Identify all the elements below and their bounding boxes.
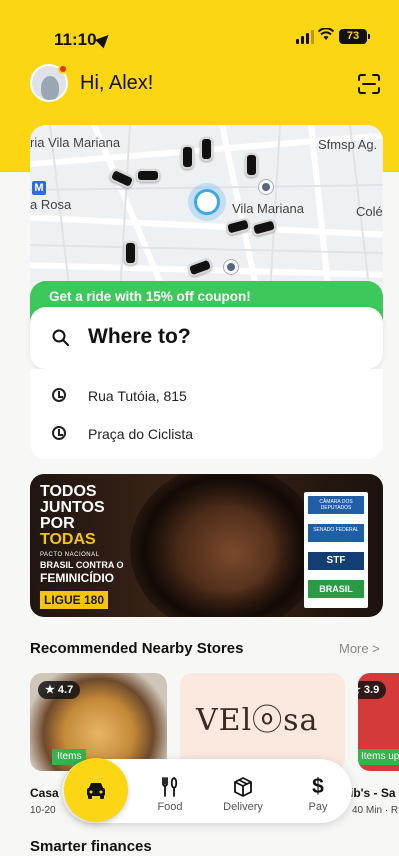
- promo-line: TODAS: [40, 531, 96, 548]
- nav-ride-button[interactable]: [64, 758, 128, 822]
- store-card[interactable]: VElⓞsa: [180, 673, 345, 771]
- search-icon: [52, 329, 69, 346]
- store-logo: VElⓞsa: [196, 703, 319, 738]
- battery-tip: [368, 34, 370, 39]
- recent-destination-label: Rua Tutóia, 815: [88, 388, 187, 404]
- clock-icon: [52, 426, 66, 440]
- nav-food-label: Food: [157, 801, 183, 813]
- promo-feminicidio: FEMINICÍDIO: [40, 571, 114, 585]
- battery-icon: 73: [339, 29, 367, 44]
- metro-icon: M: [32, 181, 46, 195]
- promo-photo-shade: [130, 474, 320, 617]
- map-label: a Rosa: [30, 197, 72, 212]
- where-to-search[interactable]: Where to?: [30, 307, 383, 369]
- nav-pay[interactable]: $ Pay: [288, 775, 348, 813]
- promo-small: PACTO NACIONAL: [40, 552, 100, 558]
- more-link[interactable]: More >: [339, 641, 380, 656]
- promo-text: TODOS JUNTOS POR TODAS PACTO NACIONAL BR…: [40, 484, 140, 609]
- promo-institutions: CÂMARA DOS DEPUTADOS SENADO FEDERAL STF …: [304, 492, 368, 608]
- nav-food[interactable]: Food: [140, 777, 200, 813]
- notification-dot: [58, 64, 68, 74]
- car-icon: [200, 137, 213, 161]
- promo-line: TODOS: [40, 483, 97, 500]
- car-icon: [136, 169, 160, 182]
- store-name: ib's - Sa: [350, 786, 396, 800]
- promo-line: JUNTOS: [40, 499, 105, 516]
- promo-banner[interactable]: TODOS JUNTOS POR TODAS PACTO NACIONAL BR…: [30, 474, 383, 617]
- dollar-icon: $: [312, 775, 324, 798]
- recent-destinations: Rua Tutóia, 815 Praça do Ciclista: [30, 369, 383, 459]
- user-location-icon: [194, 189, 220, 215]
- map-pin-icon: [259, 180, 273, 194]
- scan-icon[interactable]: [358, 74, 380, 94]
- status-time: 11:10: [54, 30, 97, 49]
- clock-icon: [52, 388, 66, 402]
- store-name: Casa: [30, 786, 59, 800]
- institution-logo: CÂMARA DOS DEPUTADOS: [308, 496, 364, 514]
- wifi-icon: [317, 27, 335, 45]
- location-arrow-icon: [95, 30, 113, 49]
- map-label: Vila Mariana: [232, 201, 305, 216]
- nav-delivery[interactable]: Delivery: [213, 777, 273, 813]
- promo-ligue: LIGUE 180: [40, 591, 109, 609]
- institution-logo: BRASIL: [308, 580, 364, 598]
- institution-logo: STF: [308, 552, 364, 570]
- map[interactable]: ria Vila Mariana Sfmsp Ag. M a Rosa Vila…: [30, 125, 383, 295]
- store-info: 40 Min · R: [352, 805, 399, 816]
- institution-logo: SENADO FEDERAL: [308, 524, 364, 542]
- map-label: ria Vila Mariana: [30, 135, 121, 150]
- section-title: Recommended Nearby Stores: [30, 640, 244, 657]
- nav-pay-label: Pay: [308, 801, 328, 813]
- map-label: Colé: [356, 204, 383, 219]
- signal-icon: [296, 30, 314, 44]
- items-tag: Items up: [358, 749, 399, 765]
- nav-delivery-label: Delivery: [223, 801, 263, 813]
- promo-mid: BRASIL CONTRA O: [40, 560, 124, 570]
- promo-line: POR: [40, 515, 75, 532]
- store-card[interactable]: ★ 4.7 Items: [30, 673, 167, 771]
- recent-destination-item[interactable]: Praça do Ciclista: [30, 415, 383, 453]
- rating-badge: ★ 4.7: [38, 681, 81, 699]
- greeting: Hi, Alex!: [80, 72, 154, 94]
- car-icon: [87, 783, 105, 799]
- section-title: Smarter finances: [30, 838, 152, 855]
- recent-destination-item[interactable]: Rua Tutóia, 815: [30, 377, 383, 415]
- map-label: Sfmsp Ag.: [318, 137, 378, 152]
- rating-badge: ★ 3.9: [358, 681, 387, 699]
- store-card[interactable]: ★ 3.9 Items up: [358, 673, 399, 771]
- car-icon: [181, 145, 194, 169]
- box-icon: [213, 777, 273, 797]
- car-icon: [245, 153, 258, 177]
- store-info: 10-20: [30, 805, 56, 816]
- map-pin-icon: [224, 260, 238, 274]
- fork-knife-icon: [140, 777, 200, 797]
- car-icon: [124, 241, 137, 265]
- where-to-label: Where to?: [88, 325, 191, 348]
- recent-destination-label: Praça do Ciclista: [88, 426, 194, 442]
- status-bar: 11:10 73: [0, 0, 399, 60]
